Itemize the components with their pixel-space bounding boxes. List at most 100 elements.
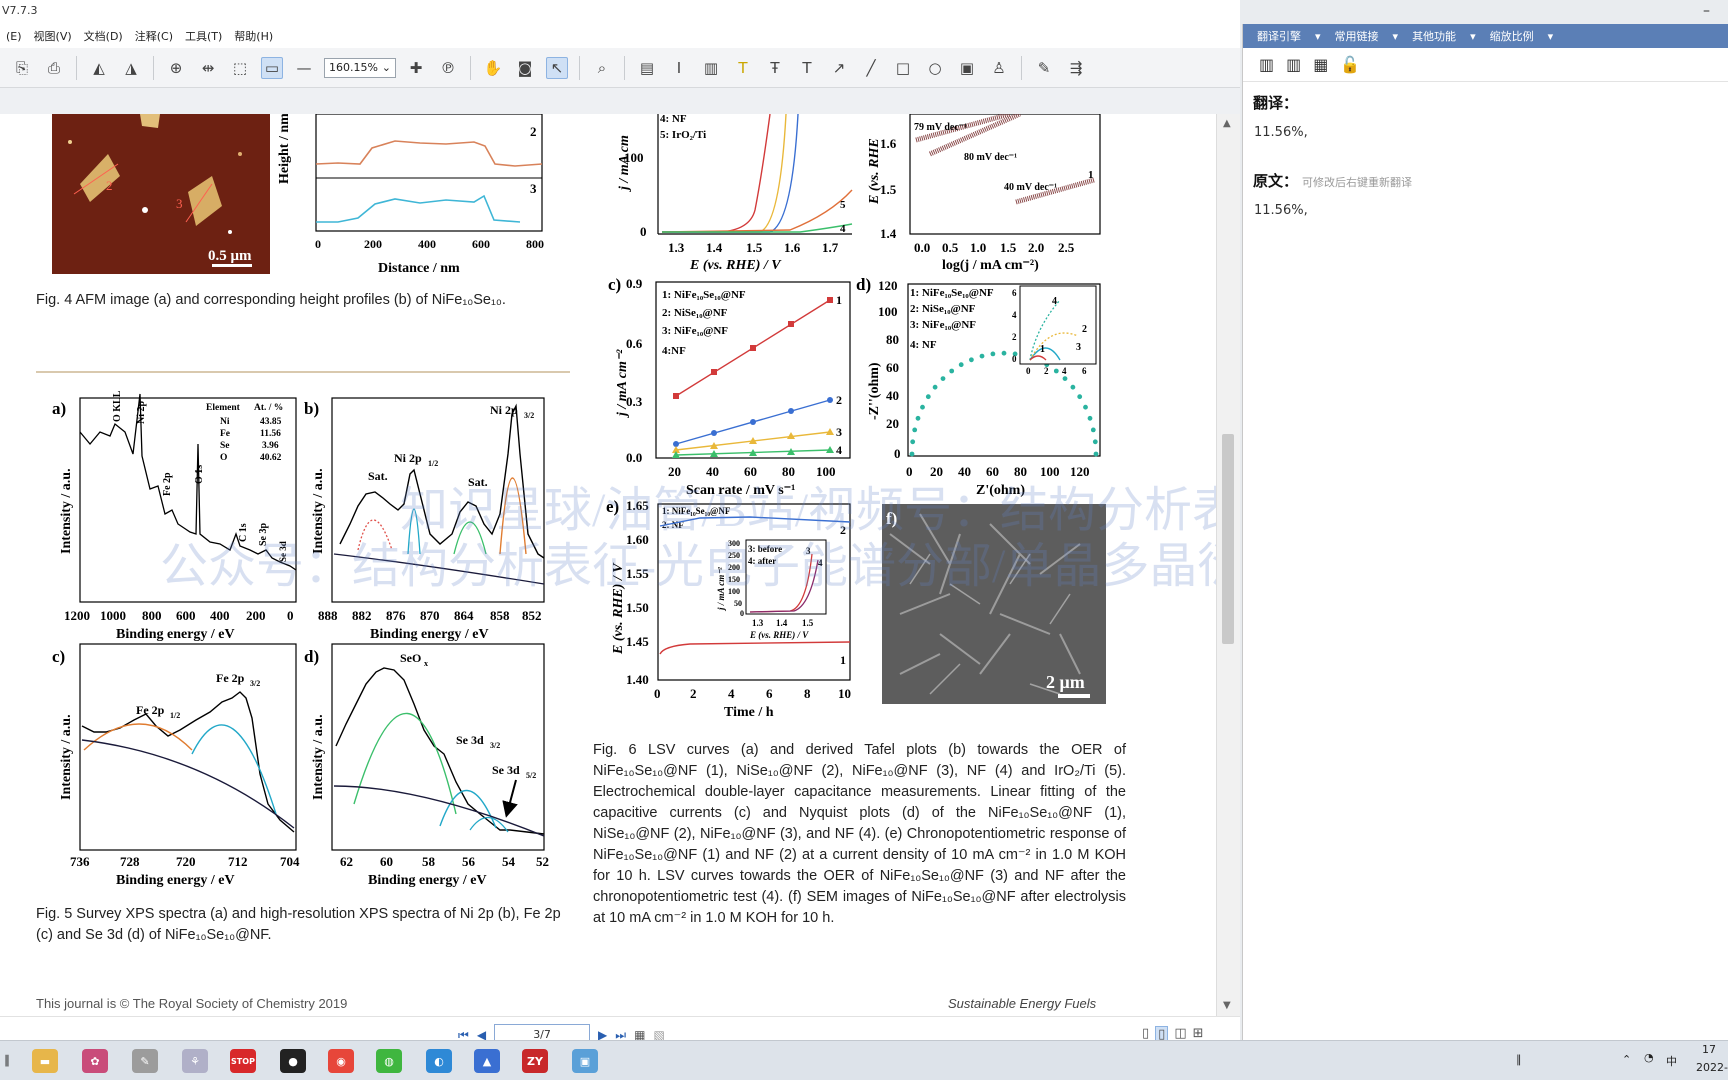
scroll-down-icon[interactable]: ▼ <box>1223 1000 1231 1011</box>
nyquist-point <box>915 415 921 421</box>
toolbar-divider <box>624 55 625 80</box>
taskbar-handle-icon[interactable]: ∥ <box>4 1053 10 1067</box>
scroll-up-icon[interactable]: ▲ <box>1223 118 1231 129</box>
table-cell: Fe <box>220 429 230 439</box>
menu-comment[interactable]: 注释(C) <box>135 28 173 44</box>
zoom-select[interactable]: 160.15% ⌄ <box>324 57 396 78</box>
hand-tool-icon[interactable]: ✋ <box>482 57 504 79</box>
sign-icon[interactable]: ♙ <box>988 57 1010 79</box>
note-icon[interactable]: ▤ <box>636 57 658 79</box>
typewriter-icon[interactable]: T <box>796 57 818 79</box>
table-cell: 40.62 <box>260 453 282 463</box>
wechat-icon[interactable]: ◍ <box>376 1049 402 1073</box>
edit-doc-icon[interactable]: ✎ <box>1033 57 1055 79</box>
document-viewer[interactable]: 2 3 0.5 μm 2 3 0 200 400 600 800 Distanc… <box>0 114 1216 1016</box>
clock-time[interactable]: 17 <box>1702 1043 1716 1056</box>
translation-text[interactable]: 11.56%, <box>1254 125 1728 140</box>
app-icon[interactable]: ✎ <box>132 1049 158 1073</box>
text-select-icon[interactable]: I <box>668 57 690 79</box>
peak-sub: 1/2 <box>170 711 180 720</box>
browser-icon[interactable]: ◐ <box>426 1049 452 1073</box>
menu-edit[interactable]: (E) <box>6 30 22 43</box>
snapshot-icon[interactable]: ◙ <box>514 57 536 79</box>
original-text[interactable]: 11.56%, <box>1254 203 1728 218</box>
stop-app-icon[interactable]: STOP <box>230 1049 256 1073</box>
windows-taskbar: ∥ ▬ ✿ ✎ ⚘ STOP ● ◉ ◍ ◐ ▲ ZY ▣ ∥ ⌃ ◔ 中 17… <box>0 1040 1728 1080</box>
fig4-xtick: 800 <box>526 237 544 251</box>
nyquist-point <box>979 353 985 359</box>
clock-date[interactable]: 2022- <box>1696 1061 1728 1074</box>
vertical-scrollbar[interactable]: ▲ ▼ <box>1216 114 1240 1016</box>
fig4-ylabel: Height / nm <box>277 114 292 184</box>
highlight-icon[interactable]: T <box>732 57 754 79</box>
select-tool-icon[interactable]: ↖ <box>546 56 568 79</box>
export-icon[interactable]: ⇶ <box>1065 57 1087 79</box>
layout-3-icon[interactable]: ▦ <box>1313 55 1328 74</box>
legend-item: 2: NiSe₁₀@NF <box>662 307 728 319</box>
image-tool-icon[interactable]: ▣ <box>956 57 978 79</box>
app-icon[interactable]: ▣ <box>572 1049 598 1073</box>
tray-app-icon[interactable]: ◔ <box>1644 1051 1654 1064</box>
qq-icon[interactable]: ● <box>280 1049 306 1073</box>
chrome-icon[interactable]: ◉ <box>328 1049 354 1073</box>
strikeout-icon[interactable]: Ŧ <box>764 57 786 79</box>
fig5b-xtick: 864 <box>454 608 474 623</box>
search-icon[interactable]: ⌕ <box>591 57 613 79</box>
zoom-plus-icon[interactable]: ✚ <box>405 57 427 79</box>
zy-reader-icon[interactable]: ZY <box>522 1049 548 1073</box>
peak-sub: 3/2 <box>490 741 500 750</box>
flip-left-icon[interactable]: ◭ <box>88 57 110 79</box>
fig5c-xtick: 728 <box>120 854 140 869</box>
inset-curve-label: 1 <box>1040 344 1045 355</box>
copy-icon[interactable]: ⎘ <box>11 57 33 79</box>
menu-view[interactable]: 视图(V) <box>34 28 72 44</box>
ellipse-tool-icon[interactable]: ○ <box>924 57 946 79</box>
layout-2-icon[interactable]: ▥ <box>1286 55 1301 74</box>
menu-tools[interactable]: 工具(T) <box>185 28 222 44</box>
fig5d-xtick: 54 <box>502 854 516 869</box>
fig6d-ytick: 100 <box>878 304 898 319</box>
rotate-icon[interactable]: ℗ <box>437 57 459 79</box>
nyquist-point <box>1053 368 1059 374</box>
lock-icon[interactable]: 🔓 <box>1340 55 1360 74</box>
inset-ytick: 0 <box>1012 354 1017 364</box>
app-icon[interactable]: ▲ <box>474 1049 500 1073</box>
zoom-in-icon[interactable]: ⊕ <box>165 57 187 79</box>
tray-up-arrow-icon[interactable]: ⌃ <box>1622 1053 1631 1066</box>
curve-label: 2 <box>836 393 842 407</box>
menu-document[interactable]: 文档(D) <box>84 28 123 44</box>
scroll-thumb[interactable] <box>1222 434 1234 644</box>
curve-label: 4 <box>840 223 846 235</box>
flip-right-icon[interactable]: ◮ <box>120 57 142 79</box>
translation-pane: 翻译引擎 ▾ 常用链接 ▾ 其他功能 ▾ 缩放比例 ▾ ▥ ▥ ▦ 🔓 翻译： 11.5… <box>1242 24 1728 1040</box>
minimize-icon[interactable]: – <box>1703 0 1710 22</box>
menu-zoom-ratio[interactable]: 缩放比例 <box>1490 28 1534 44</box>
arrow-tool-icon[interactable]: ↗ <box>828 57 850 79</box>
menu-translation-engine[interactable]: 翻译引擎 <box>1257 28 1301 44</box>
menu-other-functions[interactable]: 其他功能 <box>1412 28 1456 44</box>
layout-1-icon[interactable]: ▥ <box>1259 55 1274 74</box>
fit-page-icon[interactable]: ⬚ <box>229 57 251 79</box>
fig5a-xtick: 200 <box>246 608 266 623</box>
journal-copyright: This journal is © The Royal Society of C… <box>36 996 348 1011</box>
actual-size-icon[interactable]: ▭ <box>261 56 283 79</box>
stamp-text-icon[interactable]: ▥ <box>700 57 722 79</box>
line-tool-icon[interactable]: ╱ <box>860 57 882 79</box>
ime-icon[interactable]: 中 <box>1666 1053 1677 1069</box>
zoom-out-icon[interactable]: — <box>293 57 315 79</box>
rectangle-tool-icon[interactable]: □ <box>892 57 914 79</box>
app-icon[interactable]: ✿ <box>82 1049 108 1073</box>
nyquist-point <box>1087 415 1093 421</box>
print-icon[interactable]: ⎙ <box>43 57 65 79</box>
fit-width-icon[interactable]: ⇹ <box>197 57 219 79</box>
curve-label: 1 <box>1088 169 1094 181</box>
panel-label-d: d) <box>856 275 871 294</box>
fig6a-ylabel: j / mA cm <box>617 135 632 192</box>
panel-label-b: b) <box>304 399 319 418</box>
menu-help[interactable]: 帮助(H) <box>234 28 273 44</box>
app-icon[interactable]: ⚘ <box>182 1049 208 1073</box>
menu-common-links[interactable]: 常用链接 <box>1335 28 1379 44</box>
fig6a-xtick: 1.5 <box>746 240 763 255</box>
inset-xtick: 4 <box>1062 366 1067 376</box>
file-explorer-icon[interactable]: ▬ <box>32 1049 58 1073</box>
